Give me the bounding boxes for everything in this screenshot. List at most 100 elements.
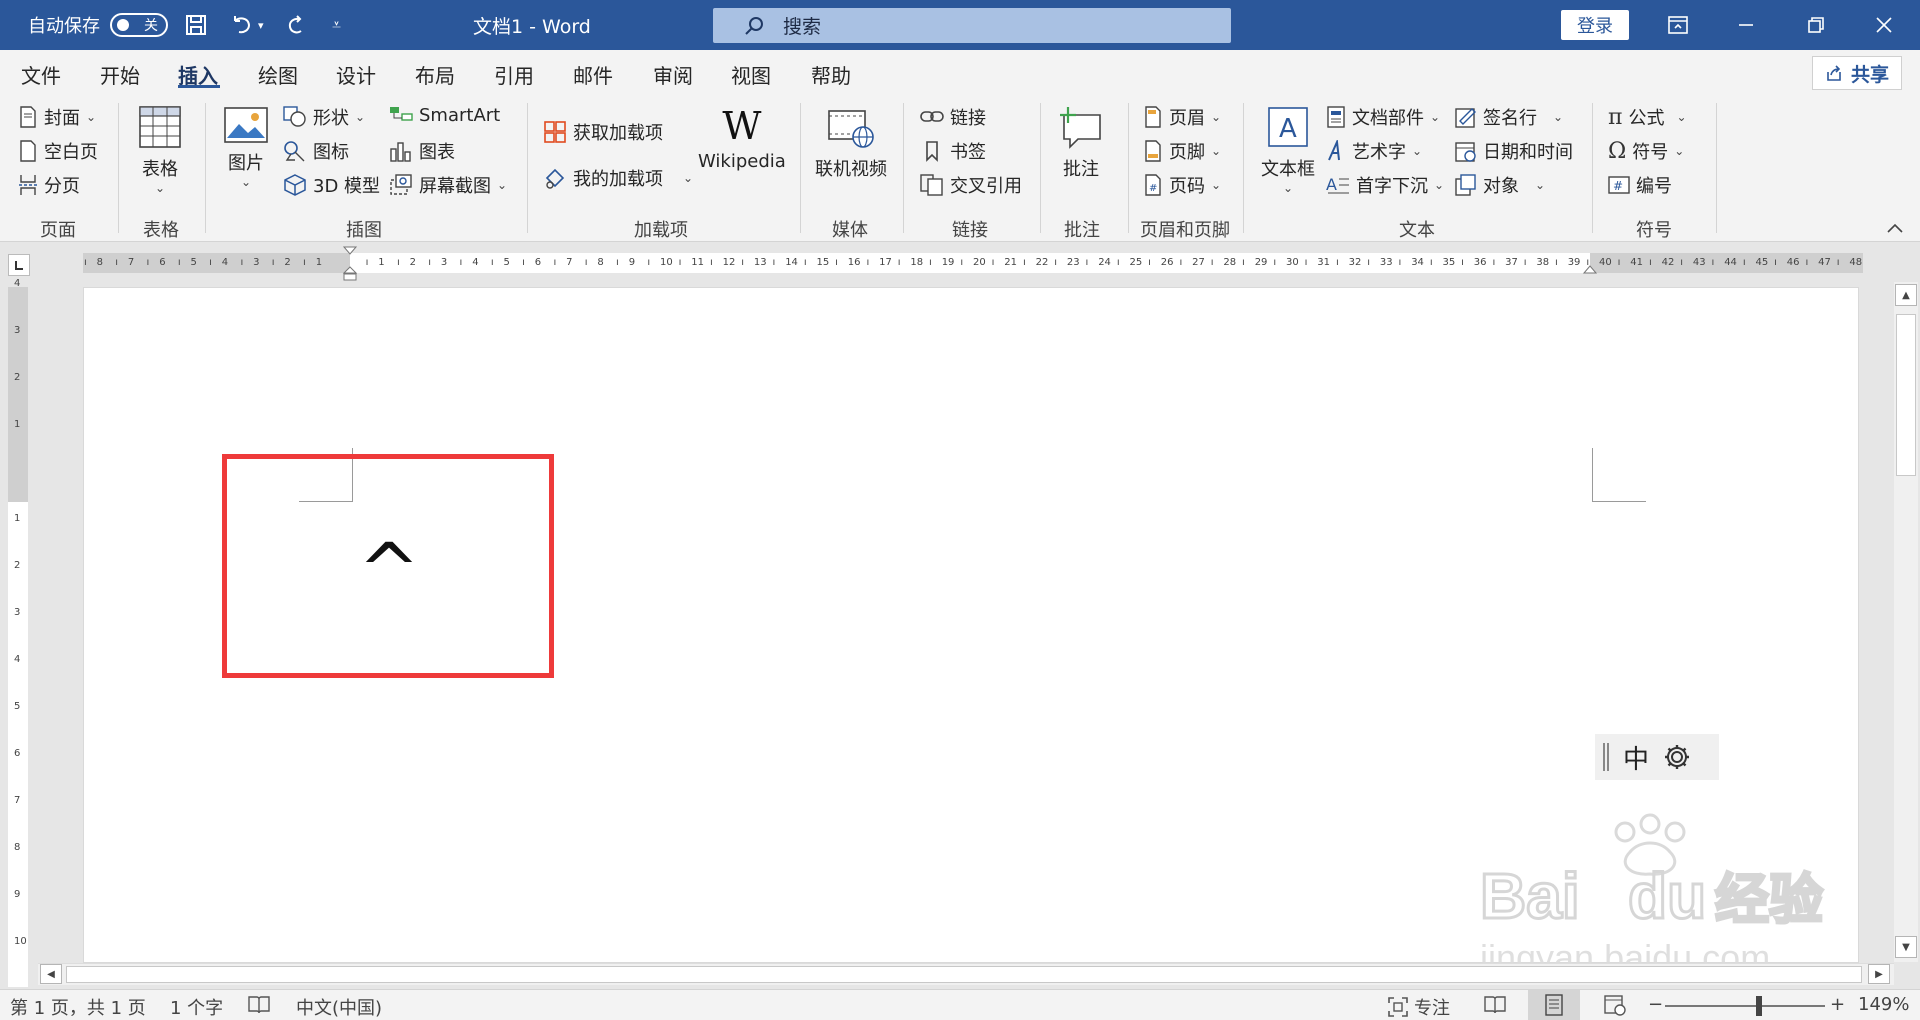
bookmark-button[interactable]: 书签	[920, 138, 986, 164]
right-indent-marker-icon[interactable]	[1583, 265, 1597, 277]
zoom-in-button[interactable]: +	[1830, 994, 1845, 1015]
close-icon[interactable]	[1856, 0, 1912, 50]
restore-icon[interactable]	[1788, 0, 1844, 50]
icons-button[interactable]: 图标	[283, 138, 349, 164]
ruler-tick-mark: ı	[115, 257, 119, 268]
new-comment-button[interactable]: 批注	[1058, 105, 1104, 181]
zoom-slider-track[interactable]	[1665, 1005, 1825, 1007]
tab-home[interactable]: 开始	[100, 60, 140, 89]
tab-selector-icon[interactable]	[8, 254, 30, 276]
chart-button[interactable]: 图表	[389, 138, 455, 164]
ruler-tick-label: 3	[14, 325, 21, 336]
quick-parts-button[interactable]: 文档部件 ⌄	[1326, 104, 1440, 130]
date-time-button[interactable]: 日期和时间	[1455, 138, 1573, 164]
page-number-button[interactable]: # 页码 ⌄	[1143, 172, 1221, 198]
tab-view[interactable]: 视图	[731, 60, 771, 89]
redo-icon[interactable]	[276, 0, 316, 50]
vertical-scrollbar[interactable]: ▲ ▼	[1894, 282, 1918, 962]
scroll-right-icon[interactable]: ▶	[1868, 964, 1890, 984]
undo-dropdown-icon[interactable]: ▾	[258, 0, 264, 50]
search-box[interactable]: 搜索	[713, 8, 1231, 43]
undo-icon[interactable]	[222, 0, 262, 50]
gear-icon[interactable]	[1663, 743, 1691, 771]
print-layout-icon[interactable]	[1544, 994, 1564, 1016]
screenshot-button[interactable]: 屏幕截图 ⌄	[389, 172, 507, 198]
proofing-icon[interactable]	[248, 994, 270, 1014]
zoom-level[interactable]: 149%	[1858, 994, 1909, 1015]
symbol-button[interactable]: Ω 符号 ⌄	[1608, 138, 1684, 164]
tab-mailings[interactable]: 邮件	[573, 60, 613, 89]
focus-mode-button[interactable]: 专注	[1388, 994, 1450, 1020]
my-addins-button[interactable]: 我的加载项 ⌄	[543, 165, 693, 191]
wordart-button[interactable]: 艺术字 ⌄	[1326, 138, 1422, 164]
tab-file[interactable]: 文件	[21, 60, 61, 89]
number-button[interactable]: # 编号	[1608, 172, 1672, 198]
object-button[interactable]: 对象 ⌄	[1455, 172, 1545, 198]
blank-page-button[interactable]: 空白页	[18, 138, 98, 164]
table-button[interactable]: 表格 ⌄	[138, 105, 182, 195]
ime-toolbar[interactable]: 中	[1595, 734, 1719, 780]
save-icon[interactable]	[176, 0, 216, 50]
cross-reference-button[interactable]: 交叉引用	[920, 172, 1022, 198]
equation-button[interactable]: π 公式 ⌄	[1608, 104, 1687, 130]
tab-draw[interactable]: 绘图	[258, 60, 298, 89]
scroll-up-icon[interactable]: ▲	[1895, 284, 1917, 306]
document-title: 文档1 - Word	[473, 15, 591, 38]
minimize-icon[interactable]	[1718, 0, 1774, 50]
language-indicator[interactable]: 中文(中国)	[296, 994, 382, 1020]
header-button[interactable]: 页眉 ⌄	[1143, 104, 1221, 130]
drop-cap-button[interactable]: A 首字下沉 ⌄	[1326, 172, 1444, 198]
customize-qat-icon[interactable]: ⩡	[332, 0, 341, 50]
tab-layout[interactable]: 布局	[415, 60, 455, 89]
wikipedia-button[interactable]: W Wikipedia	[698, 107, 786, 172]
horizontal-scroll-thumb[interactable]	[66, 966, 1862, 983]
ruler-tick-label: 38	[1536, 257, 1550, 268]
online-video-button[interactable]: 联机视频	[815, 109, 887, 181]
page-count[interactable]: 第 1 页，共 1 页	[10, 994, 146, 1020]
zoom-out-button[interactable]: −	[1648, 994, 1663, 1015]
cover-page-button[interactable]: 封面 ⌄	[18, 104, 96, 130]
bookmark-label: 书签	[950, 142, 986, 163]
icons-label: 图标	[313, 142, 349, 163]
signature-line-button[interactable]: 签名行 ⌄	[1455, 104, 1563, 130]
picture-button[interactable]: 图片 ⌄	[224, 107, 268, 189]
vertical-ruler[interactable]: 4 3 2 1 1 2 3 4 5 6 7 8 9 10	[8, 278, 28, 987]
ruler-tick-label: 20	[973, 257, 986, 268]
ime-mode-label[interactable]: 中	[1623, 739, 1649, 776]
share-button[interactable]: 共享	[1812, 56, 1902, 90]
shapes-button[interactable]: 形状 ⌄	[283, 104, 365, 130]
ruler-tick-mark: ı	[616, 257, 619, 268]
group-separator	[1592, 103, 1593, 233]
tab-help[interactable]: 帮助	[811, 60, 851, 89]
read-mode-icon[interactable]	[1484, 994, 1506, 1014]
ruler-tick-mark: ı	[146, 257, 150, 268]
scroll-down-icon[interactable]: ▼	[1895, 936, 1917, 958]
ruler-tick-label: 3	[14, 607, 21, 618]
collapse-ribbon-icon[interactable]	[1886, 218, 1904, 239]
ruler-tick-label: 8	[14, 842, 21, 853]
word-count[interactable]: 1 个字	[170, 994, 223, 1020]
link-button[interactable]: 链接	[920, 104, 986, 130]
horizontal-scrollbar[interactable]: ◀ ▶	[38, 963, 1894, 985]
web-layout-icon[interactable]	[1604, 994, 1626, 1016]
tab-design[interactable]: 设计	[336, 60, 376, 89]
indent-marker-icon[interactable]	[343, 246, 357, 282]
get-addins-button[interactable]: 获取加载项	[543, 119, 663, 145]
vertical-scroll-thumb[interactable]	[1896, 314, 1916, 476]
page-break-button[interactable]: 分页	[18, 172, 80, 198]
smartart-button[interactable]: SmartArt	[389, 104, 500, 126]
scroll-left-icon[interactable]: ◀	[40, 964, 62, 984]
drag-handle-icon[interactable]	[1603, 743, 1609, 771]
login-button[interactable]: 登录	[1561, 10, 1629, 40]
3d-model-button[interactable]: 3D 模型	[283, 172, 380, 198]
tab-review[interactable]: 审阅	[653, 60, 693, 89]
ribbon-display-options-icon[interactable]	[1650, 0, 1706, 50]
text-box-button[interactable]: A 文本框 ⌄	[1261, 105, 1315, 195]
quick-parts-icon	[1327, 106, 1345, 128]
autosave-toggle[interactable]: 关	[110, 0, 168, 50]
crop-mark-top-right	[1592, 448, 1646, 502]
tab-references[interactable]: 引用	[494, 60, 534, 89]
ruler-tick-label: 47	[1818, 257, 1831, 268]
zoom-slider-thumb[interactable]	[1756, 996, 1762, 1016]
footer-button[interactable]: 页脚 ⌄	[1143, 138, 1221, 164]
